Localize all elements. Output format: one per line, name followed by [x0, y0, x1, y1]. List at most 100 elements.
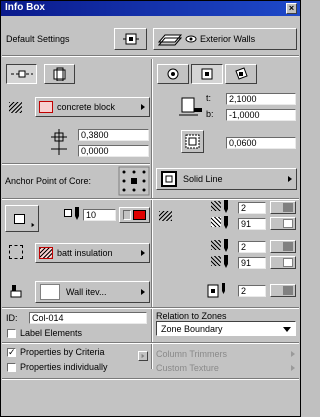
- properties-expand-button[interactable]: [138, 351, 148, 361]
- line-type-selector[interactable]: Solid Line: [156, 168, 297, 190]
- elevation-icon: [179, 97, 202, 116]
- chevron-right-icon: [141, 353, 145, 359]
- chevron-right-icon: [141, 250, 145, 256]
- divider: [2, 163, 150, 165]
- properties-individually-checkbox[interactable]: [7, 363, 16, 372]
- top-label: t:: [206, 93, 212, 103]
- zone-relation-value: Zone Boundary: [161, 323, 223, 334]
- properties-individually-label: Properties individually: [20, 362, 108, 372]
- straight-column-icon: [10, 70, 33, 78]
- fill-hatch-icon: [211, 201, 221, 211]
- circle-target-icon: [167, 68, 179, 80]
- chevron-right-icon: [31, 222, 35, 228]
- bottom-offset-field[interactable]: -1,0000: [226, 109, 296, 121]
- fill-pattern-icon: [9, 102, 22, 113]
- geometry-method-straight-button[interactable]: [6, 64, 37, 84]
- top-offset-field[interactable]: 2,1000: [226, 93, 296, 105]
- pen-icon: [224, 239, 228, 252]
- layer-selector[interactable]: Wall itev...: [35, 281, 150, 303]
- layers-icon: [157, 34, 183, 46]
- center-divider: [151, 59, 153, 369]
- layer-icon: [10, 285, 22, 298]
- fill-pen-1-color[interactable]: [270, 201, 296, 214]
- divider: [2, 198, 299, 200]
- pen-icon: [75, 207, 79, 220]
- chevron-right-icon: [288, 176, 292, 182]
- contour-pen-field[interactable]: 10: [83, 209, 116, 221]
- insulation-swatch-icon: [39, 247, 53, 259]
- relation-to-zones-label: Relation to Zones: [156, 311, 227, 321]
- chevron-down-icon: [283, 327, 291, 332]
- eye-icon: [185, 35, 197, 43]
- fill-pen-4-color[interactable]: [270, 256, 296, 269]
- pen-icon: [224, 200, 228, 213]
- id-field[interactable]: Col-014: [29, 312, 147, 324]
- divider: [2, 55, 299, 57]
- properties-by-criteria-checkbox[interactable]: ✓: [7, 348, 16, 357]
- label-elements-label: Label Elements: [20, 328, 83, 338]
- square-target-icon: [201, 68, 213, 80]
- width-field[interactable]: 0,3800: [78, 129, 149, 141]
- pen-gap: [123, 210, 131, 220]
- pen-icon: [224, 216, 228, 229]
- line-type-name: Solid Line: [183, 174, 223, 184]
- window-title: Info Box: [5, 2, 45, 13]
- fill-pen-3-color[interactable]: [270, 240, 296, 253]
- column-shape-button[interactable]: [5, 205, 39, 232]
- fill-hatch-icon: [211, 240, 221, 250]
- fill-pen-1-field[interactable]: 2: [238, 202, 266, 214]
- material-swatch-icon: [39, 101, 53, 113]
- rotated-square-icon: [235, 67, 248, 80]
- fill-pen-3-field[interactable]: 2: [238, 241, 266, 253]
- core-fill-icon: [9, 245, 23, 259]
- divider: [2, 307, 299, 309]
- default-settings-label: Default Settings: [6, 34, 70, 44]
- veneer-thickness-field[interactable]: 0,0600: [226, 137, 296, 149]
- material-selector[interactable]: concrete block: [35, 97, 150, 117]
- close-icon[interactable]: ×: [286, 3, 297, 14]
- layer-swatch: [40, 284, 60, 300]
- contour-pen-color-swatch: [132, 210, 146, 220]
- chevron-right-icon: [291, 351, 295, 357]
- section-fill-icon: [159, 211, 172, 221]
- title-bar[interactable]: Info Box ×: [1, 1, 300, 16]
- divider: [2, 378, 299, 380]
- anchor-bottom-button[interactable]: [157, 64, 189, 84]
- geometry-method-slanted-button[interactable]: [44, 64, 75, 84]
- fill-pen-2-color[interactable]: [270, 217, 296, 230]
- material-name: concrete block: [57, 102, 116, 112]
- view-label: Exterior Walls: [200, 34, 256, 44]
- contour-shape-icon: [64, 209, 72, 217]
- section-pen-field[interactable]: 2: [238, 285, 266, 297]
- insulation-fill-selector[interactable]: batt insulation: [35, 243, 150, 263]
- veneer-icon: [185, 134, 200, 149]
- anchor-point-label: Anchor Point of Core:: [5, 176, 92, 186]
- contour-pen-color-button[interactable]: [119, 207, 150, 223]
- pen-icon: [224, 255, 228, 268]
- properties-by-criteria-label: Properties by Criteria: [20, 347, 105, 357]
- anchor-center-button[interactable]: [191, 64, 223, 84]
- bottom-label: b:: [206, 109, 214, 119]
- fill-pen-2-field[interactable]: 91: [238, 218, 266, 230]
- anchor-point-grid[interactable]: [118, 166, 150, 196]
- label-elements-checkbox[interactable]: [7, 329, 16, 338]
- layer-name: Wall itev...: [66, 287, 107, 297]
- dimension-icon: [51, 129, 67, 155]
- zone-relation-dropdown[interactable]: Zone Boundary: [156, 321, 296, 336]
- column-settings-icon: [122, 33, 139, 45]
- solid-line-icon: [161, 171, 177, 187]
- depth-field[interactable]: 0,0000: [78, 145, 149, 157]
- custom-texture-label: Custom Texture: [156, 363, 219, 373]
- fill-pen-4-field[interactable]: 91: [238, 257, 266, 269]
- favorites-view-button[interactable]: Exterior Walls: [153, 28, 297, 50]
- info-box-window: Info Box × Default Settings Exterior Wal…: [0, 0, 301, 417]
- background-fill-icon: [211, 256, 221, 266]
- veneer-button[interactable]: [181, 130, 204, 153]
- slanted-column-icon: [53, 67, 65, 81]
- section-pen-color[interactable]: [270, 284, 296, 297]
- settings-dialog-button[interactable]: [114, 28, 147, 50]
- anchor-rotated-button[interactable]: [225, 64, 257, 84]
- chevron-right-icon: [141, 104, 145, 110]
- divider: [2, 342, 299, 344]
- column-trimmers-label: Column Trimmers: [156, 349, 228, 359]
